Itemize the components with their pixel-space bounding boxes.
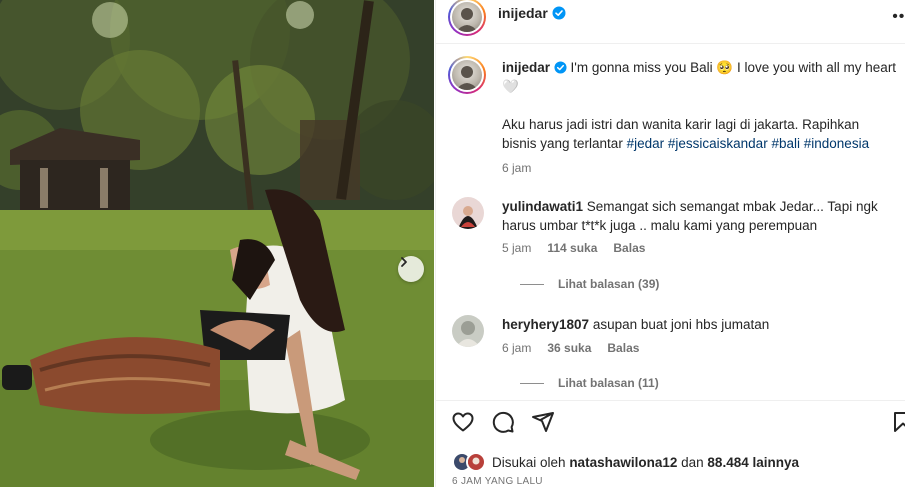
view-replies-label: Lihat balasan (39): [558, 277, 660, 291]
comment-bubble-icon: [492, 411, 514, 433]
like-button[interactable]: [450, 409, 476, 435]
hashtag-link[interactable]: #bali: [771, 136, 800, 151]
comment-meta: 5 jam 114 suka Balas: [502, 241, 645, 255]
likes-middle: dan: [681, 454, 704, 470]
likes-count[interactable]: 88.484 lainnya: [707, 455, 799, 470]
action-bar: [436, 400, 905, 444]
hashtag-link[interactable]: #jedar: [627, 136, 665, 151]
more-options-button[interactable]: •••: [892, 8, 905, 26]
avatar-portrait-icon: [456, 8, 478, 32]
replies-divider: [520, 283, 544, 285]
author-username[interactable]: inijedar: [498, 5, 548, 21]
view-replies-label: Lihat balasan (11): [558, 376, 659, 390]
avatar-portrait-icon: [456, 66, 478, 90]
avatar-portrait-icon: [452, 315, 484, 347]
post-panel: inijedar ••• inijedar: [435, 0, 905, 487]
comment-button[interactable]: [490, 409, 516, 435]
post-header: inijedar •••: [436, 0, 905, 44]
comment-avatar[interactable]: [452, 315, 484, 347]
caption-avatar[interactable]: [448, 56, 486, 94]
comment-likes[interactable]: 114 suka: [547, 241, 597, 255]
replies-divider: [520, 382, 544, 384]
comment-likes[interactable]: 36 suka: [547, 341, 591, 355]
verified-badge-icon: [554, 61, 567, 74]
comment-avatar[interactable]: [452, 197, 484, 229]
view-replies-button[interactable]: Lihat balasan (11): [520, 376, 659, 390]
likes-summary: Disukai oleh natashawilona12 dan 88.484 …: [452, 452, 799, 472]
carousel-next-button[interactable]: [398, 256, 424, 282]
reply-button[interactable]: Balas: [607, 341, 639, 355]
chevron-right-icon: [401, 257, 407, 267]
hashtag-link[interactable]: #jessicaiskandar: [668, 136, 768, 151]
post-photo[interactable]: [0, 0, 434, 487]
heart-icon: [452, 412, 474, 432]
verified-badge-icon: [552, 6, 566, 20]
comment-text: asupan buat joni hbs jumatan: [592, 317, 770, 332]
liker-username[interactable]: natashawilona12: [569, 455, 677, 470]
liker-avatar[interactable]: [466, 452, 486, 472]
hashtag-link[interactable]: #indonesia: [804, 136, 869, 151]
comment-username[interactable]: yulindawati1: [502, 199, 583, 214]
save-button[interactable]: [890, 409, 905, 435]
post-timestamp[interactable]: 6 JAM YANG LALU: [452, 476, 543, 487]
comment-time[interactable]: 6 jam: [502, 341, 531, 355]
comment-meta: 6 jam 36 suka Balas: [502, 341, 639, 355]
likes-prefix: Disukai oleh: [492, 454, 566, 470]
avatar-portrait-icon: [452, 197, 484, 229]
paper-plane-icon: [532, 412, 554, 432]
photo-illustration: [0, 0, 434, 487]
comment-username[interactable]: heryhery1807: [502, 317, 589, 332]
bookmark-icon: [894, 412, 905, 432]
avatar-portrait-icon: [468, 454, 484, 470]
author-avatar[interactable]: [448, 0, 486, 36]
share-button[interactable]: [530, 409, 556, 435]
reply-button[interactable]: Balas: [613, 241, 645, 255]
caption-username[interactable]: inijedar: [502, 60, 550, 75]
caption-time[interactable]: 6 jam: [502, 159, 897, 178]
comment-time[interactable]: 5 jam: [502, 241, 531, 255]
view-replies-button[interactable]: Lihat balasan (39): [520, 277, 659, 291]
